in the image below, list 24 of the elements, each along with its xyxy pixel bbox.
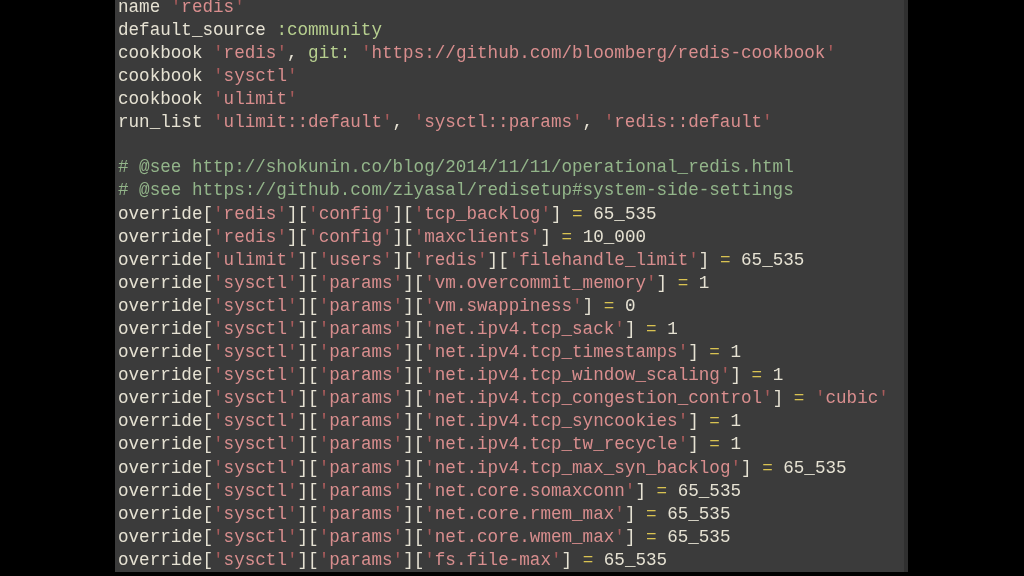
code-line: # @see https://github.com/ziyasal/redisetup#system-side-settings: [118, 179, 795, 203]
code-line: override['redis']['config']['maxclients'] = 10_000: [118, 225, 647, 249]
code-line: override['sysctl']['params']['net.ipv4.tcp_window_scaling'] = 1: [118, 364, 785, 388]
code-line: cookbook 'ulimit': [118, 88, 299, 112]
code-line: default_source :community: [118, 19, 383, 43]
code-line: override['sysctl']['params']['net.core.rmem_max'] = 65_535: [118, 502, 732, 526]
code-line: # @see http://shokunin.co/blog/2014/11/11/operational_redis.html: [118, 156, 795, 180]
code-line: override['ulimit']['users']['redis']['filehandle_limit'] = 65_535: [118, 248, 806, 272]
code-line: override['sysctl']['params']['vm.swappiness'] = 0: [118, 294, 637, 318]
code-line: cookbook 'sysctl': [118, 65, 299, 89]
code-line: override['sysctl']['params']['vm.overcommit_memory'] = 1: [118, 271, 711, 295]
code-line: cookbook 'redis', git: 'https://github.com/bloomberg/redis-cookbook': [118, 42, 837, 66]
code-line: run_list 'ulimit::default', 'sysctl::params', 'redis::default': [118, 111, 774, 135]
code-line: override['sysctl']['params']['net.ipv4.tcp_timestamps'] = 1: [118, 341, 743, 365]
code-line: override['sysctl']['params']['fs.file-max'] = 65_535: [118, 548, 669, 572]
code-line: override['redis']['config']['tcp_backlog'] = 65_535: [118, 202, 658, 226]
code-line: name 'redis': [118, 0, 246, 19]
code-line: override['sysctl']['params']['net.ipv4.tcp_tw_recycle'] = 1: [118, 433, 743, 457]
code-line: override['sysctl']['params']['net.ipv4.tcp_congestion_control'] = 'cubic': [118, 387, 890, 411]
code-line: override['sysctl']['params']['net.ipv4.tcp_max_syn_backlog'] = 65_535: [118, 456, 848, 480]
code-line: override['sysctl']['params']['net.core.wmem_max'] = 65_535: [118, 525, 732, 549]
code-line: override['sysctl']['params']['net.ipv4.tcp_syncookies'] = 1: [118, 410, 743, 434]
code-line: override['sysctl']['params']['net.ipv4.tcp_sack'] = 1: [118, 317, 679, 341]
code-line: override['sysctl']['params']['net.core.somaxconn'] = 65_535: [118, 479, 743, 503]
